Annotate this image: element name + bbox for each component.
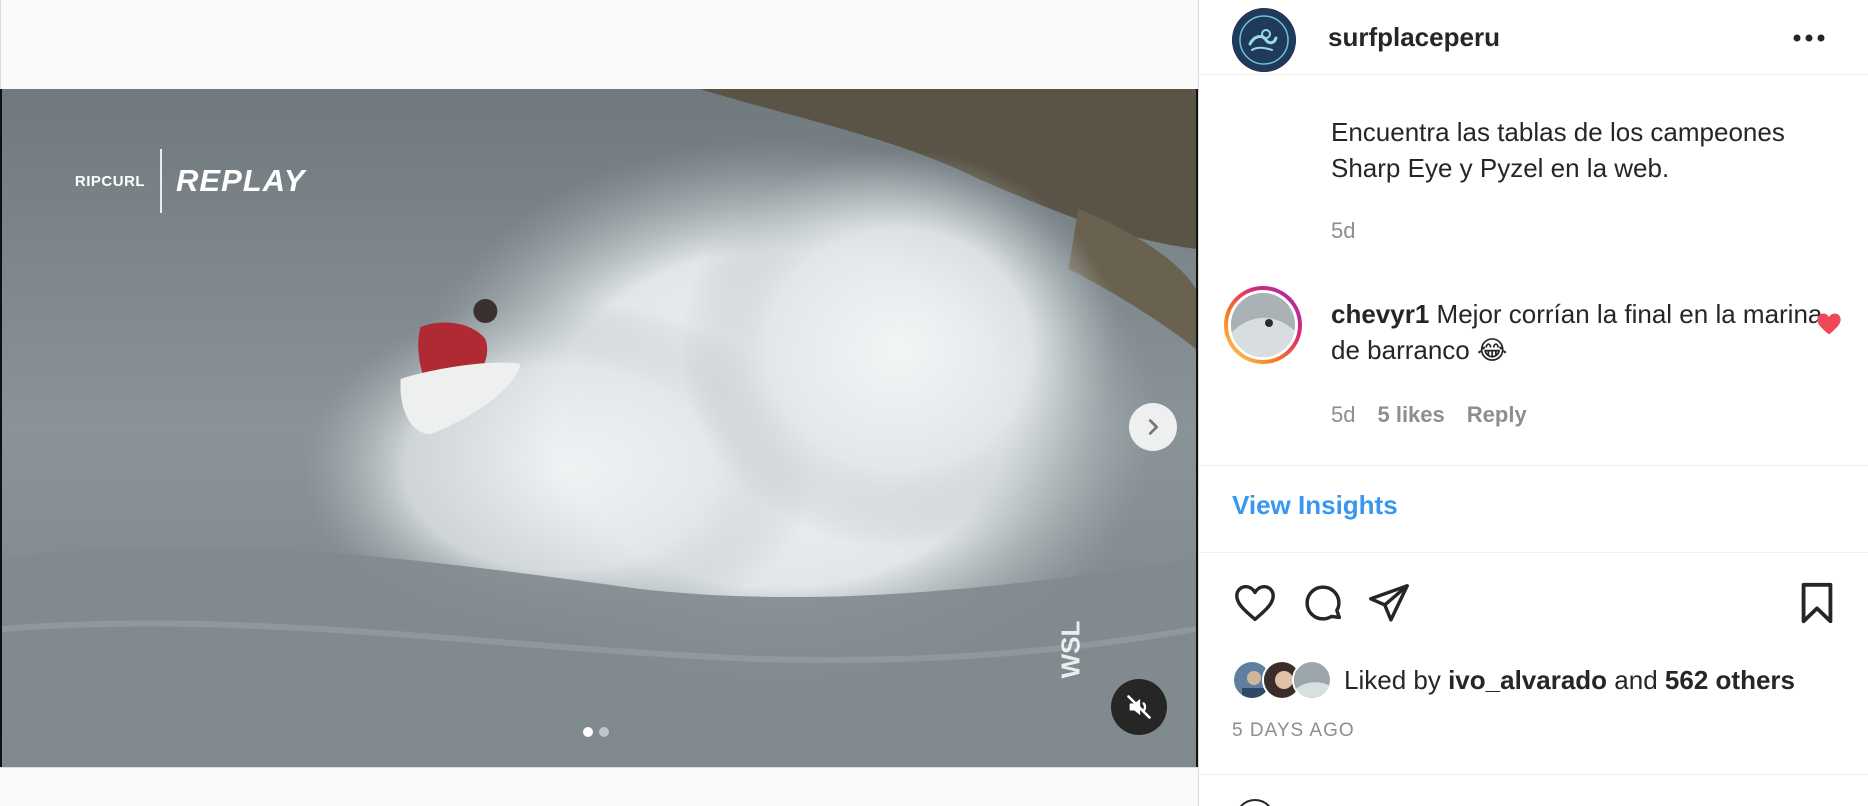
mute-toggle-button[interactable] [1111,679,1167,735]
ripcurl-replay-overlay: RIPCURL REPLAY [70,149,305,213]
wsl-label: WSL [1055,620,1086,679]
account-username[interactable]: surfplaceperu [1328,22,1500,53]
post-viewer: RIPCURL REPLAY WSL surfplaceperu Encuent… [0,0,1868,806]
divider [1199,774,1868,775]
liked-by-user-link[interactable]: ivo_alvarado [1448,665,1607,695]
heart-icon [1235,584,1275,622]
post-caption: Encuentra las tablas de los campeones Sh… [1331,117,1785,183]
chevron-right-icon [1148,419,1159,435]
comment-likes-count[interactable]: 5 likes [1377,402,1444,428]
avatar-photo [1231,293,1295,357]
comment-icon [1305,585,1342,621]
commenter-avatar [1228,290,1298,360]
carousel-dot [599,727,609,737]
ripcurl-logo: RIPCURL [74,172,146,190]
comment-reply-button[interactable]: Reply [1467,402,1527,428]
carousel-next-button[interactable] [1129,403,1177,451]
replay-label: REPLAY [176,163,306,198]
brand-divider [160,149,162,213]
view-insights-link[interactable]: View Insights [1232,490,1398,521]
comment-button[interactable] [1300,580,1350,630]
comment-timestamp[interactable]: 5d [1331,402,1355,428]
post-timestamp[interactable]: 5 DAYS AGO [1232,720,1355,742]
comment-username[interactable]: chevyr1 [1331,299,1429,329]
more-options-button[interactable] [1787,24,1831,52]
comment-like-button[interactable] [1815,310,1843,338]
liker-avatar-photo [1294,662,1330,698]
paper-plane-icon [1369,584,1409,622]
add-comment-emoji-icon[interactable] [1235,799,1275,806]
post-side-panel: surfplaceperu Encuentra las tablas de lo… [1198,0,1868,806]
post-video[interactable]: RIPCURL REPLAY WSL [0,89,1198,767]
post-header: surfplaceperu [1199,0,1868,75]
likes-summary: Liked by ivo_alvarado and 562 others [1232,660,1795,700]
likes-and: and [1614,664,1658,695]
comment-avatar-story-ring[interactable] [1224,286,1302,364]
share-button[interactable] [1366,580,1416,630]
speaker-muted-icon [1127,695,1151,719]
likes-prefix: Liked by [1344,664,1441,695]
comment-meta: 5d 5 likes Reply [1331,402,1527,428]
likes-others-link[interactable]: 562 others [1665,665,1795,695]
carousel-dot-active [583,727,593,737]
wsl-watermark: WSL [1055,604,1104,714]
liker-avatar [1292,660,1332,700]
heart-filled-icon [1817,313,1841,335]
likes-text: Liked by ivo_alvarado and 562 others [1344,665,1795,696]
divider [1199,465,1868,466]
comment-body: chevyr1 Mejor corrían la final en la mar… [1331,296,1831,368]
divider [1199,552,1868,553]
save-button[interactable] [1794,580,1844,630]
surf-place-logo [1232,8,1296,72]
like-button[interactable] [1232,580,1282,630]
media-bottom-spacer [0,767,1198,806]
media-top-spacer [0,0,1198,89]
post-action-bar [1232,580,1842,630]
carousel-indicator [583,727,609,737]
caption-timestamp[interactable]: 5d [1331,218,1355,244]
more-horizontal-icon [1793,34,1825,42]
account-avatar[interactable] [1232,8,1296,72]
bookmark-icon [1801,582,1833,624]
